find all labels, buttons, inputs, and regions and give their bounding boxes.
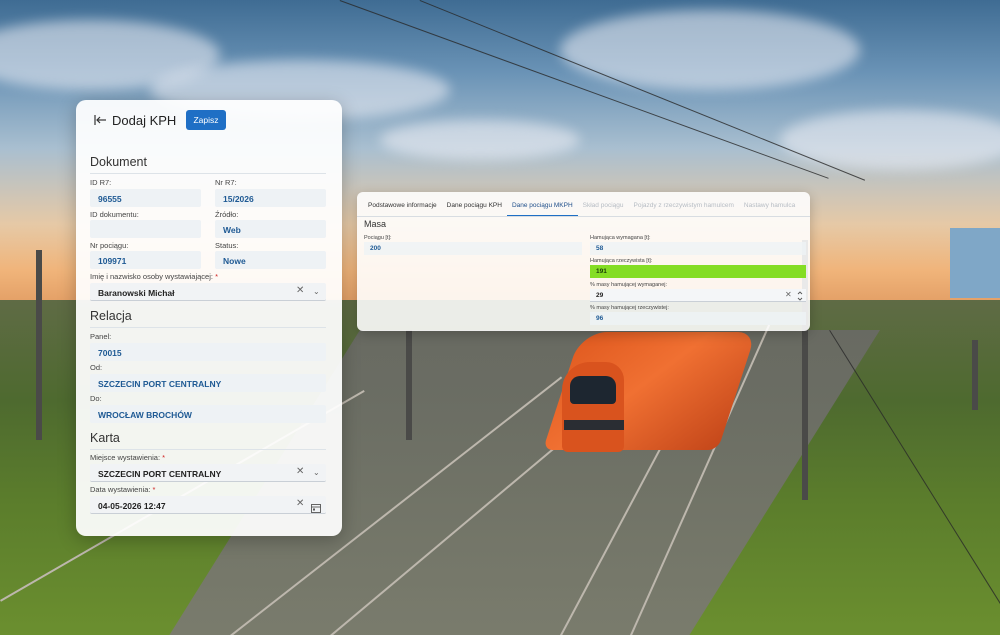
train-window	[570, 376, 616, 404]
id-r7-label: ID R7:	[90, 178, 112, 187]
procent-wymaganej-input[interactable]: 29	[590, 289, 806, 302]
train-stripe	[564, 420, 624, 430]
catenary-pole	[406, 330, 412, 440]
id-r7-field[interactable]: 96555	[90, 189, 201, 207]
nr-r7-field[interactable]: 15/2026	[215, 189, 326, 207]
od-label: Od:	[90, 363, 103, 372]
status-field[interactable]: Nowe	[215, 251, 326, 269]
tab-dane-pociagu-kph[interactable]: Dane pociągu KPH	[442, 198, 507, 216]
required-mark: *	[152, 485, 156, 494]
miejsce-label: Miejsce wystawienia: *	[90, 453, 166, 462]
zrodlo-field[interactable]: Web	[215, 220, 326, 238]
building	[950, 228, 1000, 298]
divider	[90, 327, 326, 328]
od-field[interactable]: SZCZECIN PORT CENTRALNY	[90, 374, 326, 392]
do-field[interactable]: WROCŁAW BROCHÓW	[90, 405, 326, 423]
nr-pociagu-field[interactable]: 109971	[90, 251, 201, 269]
miejsce-select[interactable]: SZCZECIN PORT CENTRALNY	[90, 464, 326, 482]
spinner-arrows-icon[interactable]	[797, 289, 803, 307]
catenary-pole	[36, 250, 42, 440]
tab-bar: Podstawowe informacje Dane pociągu KPH D…	[363, 198, 800, 216]
data-label: Data wystawienia: *	[90, 485, 156, 494]
nr-r7-label: Nr R7:	[215, 178, 237, 187]
chevron-down-icon[interactable]: ⌄	[313, 287, 320, 296]
hamujaca-rzeczywista-field[interactable]: 191	[590, 265, 806, 278]
procent-wymaganej-label: % masy hamującej wymaganej:	[590, 282, 668, 288]
section-title-dokument: Dokument	[90, 155, 147, 169]
cloud	[560, 10, 860, 90]
procent-rzeczywistej-label: % masy hamującej rzeczywistej:	[590, 305, 669, 311]
status-label: Status:	[215, 241, 239, 250]
required-mark: *	[215, 272, 218, 281]
train-data-panel: Podstawowe informacje Dane pociągu KPH D…	[357, 192, 810, 331]
clear-icon[interactable]: ✕	[296, 285, 304, 296]
save-button[interactable]: Zapisz	[186, 110, 226, 130]
hamujaca-wymagana-field[interactable]: 58	[590, 242, 806, 255]
hamujaca-wymagana-label: Hamująca wymagana [t]:	[590, 235, 651, 241]
zrodlo-label: Źródło:	[215, 210, 239, 219]
osoba-select[interactable]: Baranowski Michał	[90, 283, 326, 301]
divider	[90, 173, 326, 174]
required-mark: *	[162, 453, 166, 462]
do-label: Do:	[90, 394, 102, 403]
kph-form-panel: Dodaj KPH Zapisz Dokument ID R7: 96555 N…	[76, 100, 342, 536]
tab-dane-pociagu-mkph[interactable]: Dane pociągu MKPH	[506, 198, 578, 216]
tab-pojazdy-z-rzeczywistym-hamulcem[interactable]: Pojazdy z rzeczywistym hamulcem	[629, 198, 739, 216]
calendar-icon[interactable]	[311, 500, 321, 518]
nr-pociagu-label: Nr pociągu:	[90, 241, 129, 250]
masa-pociagu-label: Pociągu [t]:	[364, 235, 392, 241]
osoba-label: Imię i nazwisko osoby wystawiającej: *	[90, 272, 218, 281]
id-dokumentu-field[interactable]	[90, 220, 201, 238]
chevron-down-icon[interactable]: ⌄	[313, 468, 320, 477]
divider	[90, 449, 326, 450]
tab-nastawy-hamulca[interactable]: Nastawy hamulca	[739, 198, 800, 216]
cloud	[380, 120, 580, 160]
tab-sklad-pociagu[interactable]: Skład pociągu	[578, 198, 629, 216]
section-title-karta: Karta	[90, 431, 120, 445]
clear-icon[interactable]: ✕	[296, 466, 304, 477]
section-title-relacja: Relacja	[90, 309, 132, 323]
id-dokumentu-label: ID dokumentu:	[90, 210, 139, 219]
tabs-divider	[357, 216, 810, 217]
procent-rzeczywistej-field[interactable]: 96	[590, 312, 806, 325]
tab-podstawowe-informacje[interactable]: Podstawowe informacje	[363, 198, 442, 216]
section-title-masa: Masa	[364, 219, 387, 229]
clear-icon[interactable]: ✕	[785, 290, 792, 299]
signal-pole	[972, 340, 978, 410]
panel-label: Panel:	[90, 332, 112, 341]
data-wystawienia-field[interactable]: 04-05-2026 12:47	[90, 496, 326, 514]
panel-header: Dodaj KPH	[94, 110, 176, 130]
masa-pociagu-field[interactable]: 200	[364, 242, 582, 255]
back-arrow-icon[interactable]	[94, 113, 108, 127]
clear-icon[interactable]: ✕	[296, 498, 304, 509]
page-title: Dodaj KPH	[112, 112, 177, 128]
hamujaca-rzeczywista-label: Hamująca rzeczywista [t]:	[590, 258, 653, 264]
panel-field[interactable]: 70015	[90, 343, 326, 361]
